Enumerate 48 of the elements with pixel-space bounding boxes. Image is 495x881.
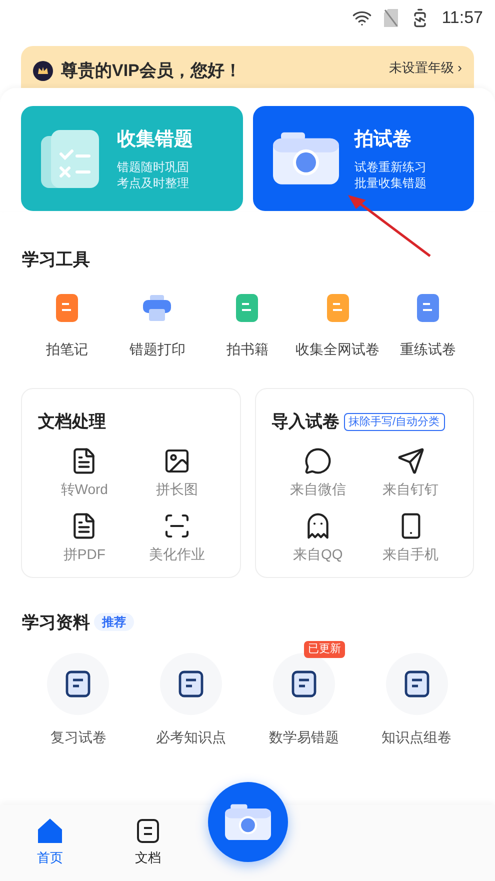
feature-card[interactable]: 拍试卷 试卷重新练习 批量收集错题 xyxy=(252,106,474,211)
panel-item[interactable]: 美化作业 xyxy=(130,512,224,564)
section-title: 学习工具 xyxy=(22,250,90,269)
checklist-document-icon xyxy=(41,128,101,190)
panel-item[interactable]: 来自钉钉 xyxy=(364,446,457,500)
panel-item[interactable]: 转Word xyxy=(38,446,131,500)
camera-icon xyxy=(225,804,271,840)
clock-time: 11:57 xyxy=(442,6,483,29)
home-icon xyxy=(37,818,63,844)
feature-description: 考点及时整理 xyxy=(117,174,190,191)
panel-title: 文档处理 xyxy=(38,411,106,433)
feature-title: 收集错题 xyxy=(117,128,193,152)
vip-banner[interactable]: 尊贵的VIP会员，您好！ 未设置年级 › xyxy=(21,46,474,88)
panel-item[interactable]: 来自手机 xyxy=(364,512,457,564)
material-item[interactable]: 已更新 数学易错题 xyxy=(248,641,360,748)
document-icon xyxy=(135,818,161,844)
feature-description: 批量收集错题 xyxy=(354,174,426,191)
material-item[interactable]: 复习试卷 xyxy=(22,641,135,748)
image-icon xyxy=(163,446,192,474)
feature-description: 试卷重新练习 xyxy=(354,158,426,175)
tool-item[interactable]: 错题打印 xyxy=(112,293,202,360)
no-sim-icon xyxy=(384,8,398,26)
panel-item[interactable]: 来自QQ xyxy=(272,512,364,564)
feature-title: 拍试卷 xyxy=(354,128,412,152)
nav-tab[interactable]: 首页 xyxy=(20,818,80,868)
section-title: 学习资料 xyxy=(22,612,90,634)
paper-plane-icon xyxy=(396,446,425,474)
grade-link[interactable]: 未设置年级 › xyxy=(389,58,462,78)
tool-item[interactable]: 重练试卷 xyxy=(382,293,473,360)
vip-greeting: 尊贵的VIP会员，您好！ xyxy=(61,60,242,82)
updated-badge: 已更新 xyxy=(304,641,345,658)
crown-icon xyxy=(33,60,53,81)
material-item[interactable]: 必考知识点 xyxy=(134,641,248,748)
tool-item[interactable]: 收集全网试卷 xyxy=(292,293,383,360)
feature-description: 错题随时巩固 xyxy=(117,158,190,175)
panel-item[interactable]: 拼PDF xyxy=(38,512,131,564)
scan-frame-icon xyxy=(163,512,192,540)
recommend-tag: 推荐 xyxy=(94,613,134,632)
feature-tag: 抹除手写/自动分类 xyxy=(344,412,445,431)
panel-title: 导入试卷 xyxy=(272,411,340,433)
camera-icon xyxy=(272,132,338,185)
tool-item[interactable]: 拍笔记 xyxy=(22,293,112,360)
tool-item[interactable]: 拍书籍 xyxy=(202,293,293,360)
panel-item[interactable]: 来自微信 xyxy=(272,446,364,500)
nav-tab[interactable]: 文档 xyxy=(118,818,178,868)
panel-item[interactable]: 拼长图 xyxy=(130,446,224,500)
printer-icon xyxy=(142,293,172,323)
material-item[interactable]: 知识点组卷 xyxy=(360,641,473,748)
